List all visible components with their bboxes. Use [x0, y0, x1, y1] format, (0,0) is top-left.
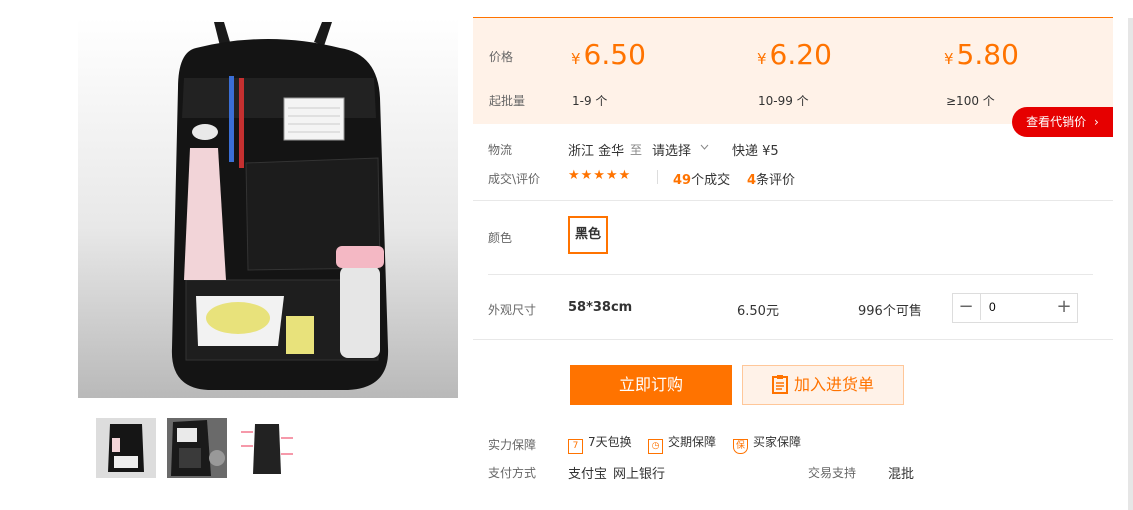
price-tier-2-range: 10-99 个 — [758, 94, 809, 108]
color-label: 颜色 — [488, 231, 513, 245]
currency-symbol: ¥ — [757, 50, 767, 68]
plus-button[interactable]: + — [1051, 294, 1077, 322]
product-main-image — [78, 18, 458, 398]
spec-stock: 996个可售 — [858, 304, 922, 319]
minus-button[interactable]: − — [953, 294, 979, 322]
rating-stars: ★★★★★ — [568, 168, 632, 183]
reviews-label: 成交\评价 — [488, 172, 541, 186]
quantity-stepper: − + — [952, 293, 1078, 323]
price-tier-3: ¥5.80 — [944, 38, 1019, 71]
price-panel: 价格 起批量 ¥6.50 1-9 个 ¥6.20 10-99 个 ¥5.80 ≥… — [473, 17, 1113, 124]
review-count-link[interactable]: 4条评价 — [747, 169, 795, 188]
add-to-cart-button[interactable]: 加入进货单 — [742, 365, 904, 405]
price-tier-3-range: ≥100 个 — [946, 94, 995, 108]
guarantee-7day[interactable]: 7 7天包换 — [568, 433, 632, 454]
order-now-button[interactable]: 立即订购 — [570, 365, 732, 405]
return-icon: 7 — [568, 439, 583, 454]
clock-icon: ◷ — [648, 439, 663, 454]
divider — [488, 274, 1093, 275]
guarantee-label: 实力保障 — [488, 438, 537, 452]
shield-icon: 保 — [733, 439, 748, 454]
price-tier-1-range: 1-9 个 — [572, 94, 608, 108]
price-value: 6.20 — [769, 38, 832, 71]
scrollbar[interactable] — [1128, 18, 1133, 510]
quantity-input[interactable] — [980, 294, 1060, 320]
color-option-black[interactable]: 黑色 — [568, 216, 608, 254]
divider — [473, 339, 1113, 340]
chevron-right-icon: › — [1094, 115, 1099, 129]
payment-alipay: 支付宝 — [568, 467, 608, 482]
spec-price: 6.50元 — [737, 304, 779, 319]
price-value: 6.50 — [583, 38, 646, 71]
price-tier-1: ¥6.50 — [571, 38, 646, 71]
spec-size: 58*38cm — [568, 300, 633, 315]
price-tier-2: ¥6.20 — [757, 38, 832, 71]
destination-select[interactable]: 请选择 — [652, 140, 712, 159]
price-value: 5.80 — [956, 38, 1019, 71]
ship-to-label: 至 — [630, 143, 643, 157]
thumbnail-1[interactable] — [96, 418, 156, 478]
spec-label: 外观尺寸 — [488, 303, 537, 317]
payment-label: 支付方式 — [488, 466, 537, 480]
currency-symbol: ¥ — [571, 50, 581, 68]
payment-online-bank: 网上银行 — [613, 467, 666, 482]
separator — [657, 170, 658, 184]
chevron-down-icon — [700, 144, 709, 150]
trade-support-value: 混批 — [888, 467, 915, 482]
guarantee-delivery[interactable]: ◷ 交期保障 — [648, 433, 716, 454]
thumbnail-2[interactable] — [167, 418, 227, 478]
shipping-cost: 快递 ¥5 — [732, 144, 779, 159]
thumbnail-3[interactable] — [237, 418, 297, 478]
clipboard-icon — [771, 375, 788, 394]
trade-support-label: 交易支持 — [808, 466, 857, 480]
price-label: 价格 — [489, 50, 514, 64]
divider — [473, 200, 1113, 201]
ship-origin: 浙江 金华 — [568, 144, 625, 159]
deals-count-link[interactable]: 49个成交 — [673, 169, 730, 188]
guarantee-buyer[interactable]: 保买家保障 — [733, 433, 801, 454]
currency-symbol: ¥ — [944, 50, 954, 68]
logistics-label: 物流 — [488, 143, 513, 157]
moq-label: 起批量 — [489, 94, 526, 108]
view-agent-price-button[interactable]: 查看代销价 › — [1012, 107, 1113, 137]
